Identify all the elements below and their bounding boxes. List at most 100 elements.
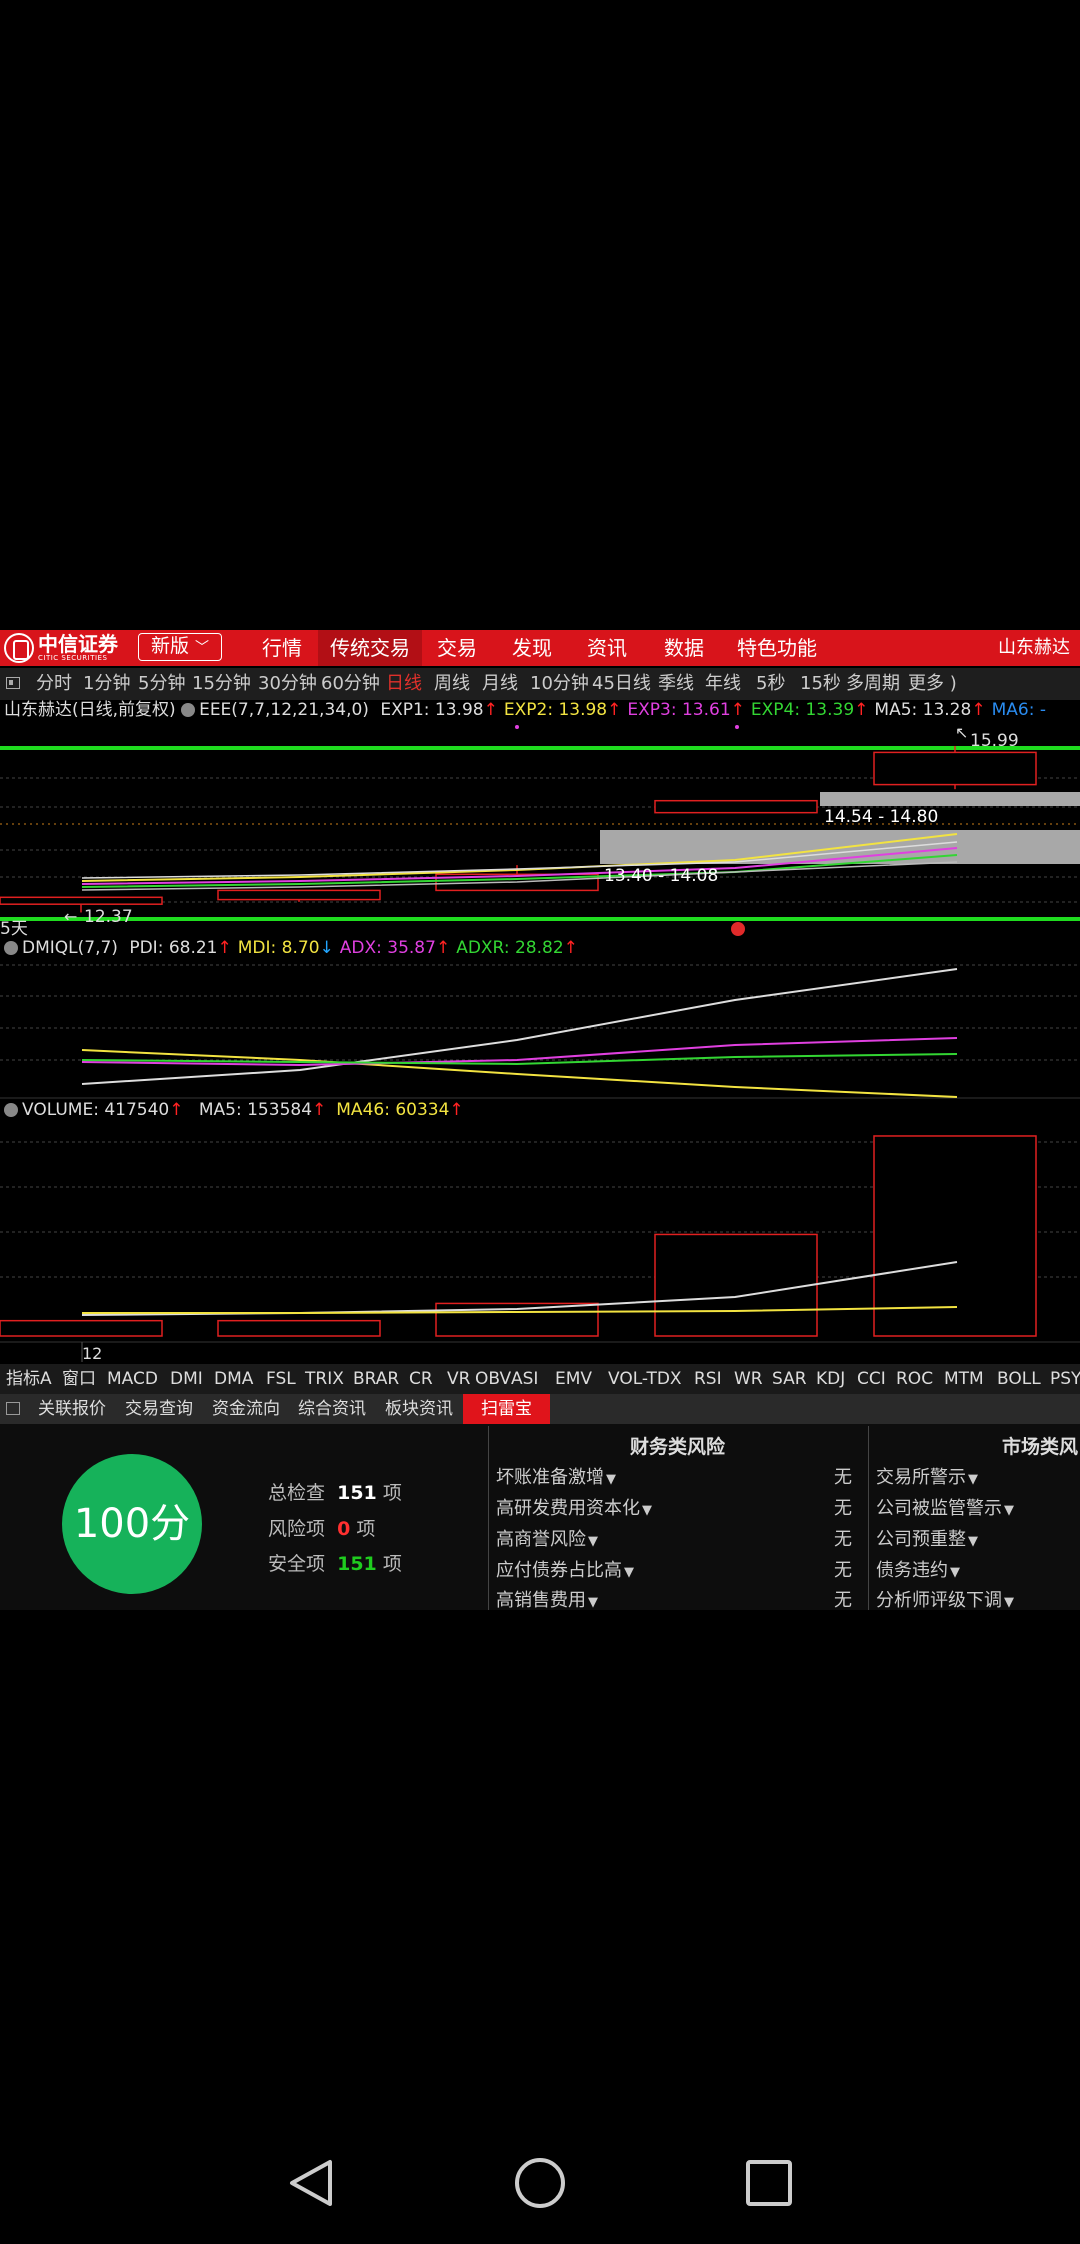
period-tab[interactable]: 10分钟 — [530, 668, 589, 700]
range-label: 13.40 - 14.08 — [604, 866, 718, 886]
indicator-tab[interactable]: SAR — [772, 1364, 807, 1394]
main-chart[interactable]: 15.99 ↖ 12.37 ← 14.54 - 14.80 13.40 - 14… — [0, 722, 1080, 1362]
info-tab[interactable]: 板块资讯 — [385, 1394, 453, 1424]
indicator-tab[interactable]: RSI — [694, 1364, 722, 1394]
range-label: 14.54 - 14.80 — [824, 807, 938, 827]
indicator-tab[interactable]: WR — [734, 1364, 763, 1394]
period-tab[interactable]: 60分钟 — [321, 668, 380, 700]
candle — [217, 889, 381, 901]
period-tab[interactable]: 年线 — [705, 668, 741, 700]
info-tab[interactable]: 扫雷宝 — [463, 1394, 550, 1424]
legend-item: EXP4: 13.39 — [750, 700, 855, 720]
market-risk-item[interactable]: 公司预重整 ▼ — [876, 1525, 978, 1551]
indicator-tab[interactable]: OBV — [475, 1364, 511, 1394]
chart-title[interactable]: 山东赫达(日线,前复权) — [4, 700, 176, 720]
period-tab[interactable]: 1分钟 — [83, 668, 130, 700]
dmi-title[interactable]: DMIQL(7,7) — [22, 938, 118, 958]
back-icon[interactable] — [290, 2160, 332, 2206]
info-tab[interactable]: 综合资讯 — [298, 1394, 366, 1424]
period-tab[interactable]: 5分钟 — [138, 668, 185, 700]
indicator-name[interactable]: EEE(7,7,12,21,34,0) — [199, 700, 369, 720]
indicator-tab[interactable]: BRAR — [353, 1364, 399, 1394]
settings-icon[interactable] — [181, 703, 196, 717]
indicator-tab[interactable]: MACD — [107, 1364, 158, 1394]
brand-logo[interactable]: 中信证券 CITIC SECURITIES — [4, 633, 118, 663]
info-tab[interactable]: 交易查询 — [125, 1394, 193, 1424]
risk-item[interactable]: 应付债券占比高 ▼ — [496, 1556, 634, 1582]
indicator-tab[interactable]: ASI — [511, 1364, 538, 1394]
period-tab[interactable]: 日线 — [386, 668, 422, 700]
indicator-tab[interactable]: EMV — [555, 1364, 592, 1394]
indicator-tab[interactable]: FSL — [266, 1364, 296, 1394]
market-risk-item[interactable]: 交易所警示 ▼ — [876, 1463, 978, 1489]
volume-title[interactable]: VOLUME: 417540 — [22, 1100, 169, 1120]
period-tab[interactable]: 更多 ) — [908, 668, 957, 700]
safe-label: 安全项 — [268, 1553, 326, 1575]
risk-item-value: 无 — [834, 1498, 852, 1519]
home-icon[interactable] — [515, 2158, 565, 2208]
indicator-tab[interactable]: ROC — [896, 1364, 933, 1394]
brand-sub: CITIC SECURITIES — [38, 654, 108, 662]
risk-item[interactable]: 高销售费用 ▼ — [496, 1586, 598, 1612]
indicator-tab[interactable]: VOL-TDX — [608, 1364, 682, 1394]
settings-icon[interactable] — [4, 1103, 18, 1117]
system-nav-bar — [290, 2158, 792, 2208]
risk-item[interactable]: 坏账准备激增 ▼ — [496, 1463, 616, 1489]
citic-logo-icon — [4, 633, 34, 663]
caret-down-icon: ▼ — [950, 1565, 960, 1580]
menu-features[interactable]: 特色功能 — [737, 630, 817, 666]
menu-news[interactable]: 资讯 — [587, 630, 627, 666]
unit-label: 项 — [356, 1518, 376, 1540]
panel-toggle-icon[interactable] — [6, 677, 20, 689]
settings-icon[interactable] — [4, 941, 18, 955]
up-arrow-icon: ↑ — [607, 700, 622, 720]
stock-name[interactable]: 山东赫达 — [998, 630, 1070, 666]
market-risk-item[interactable]: 债务违约 ▼ — [876, 1556, 960, 1582]
period-tab[interactable]: 月线 — [482, 668, 518, 700]
event-marker-icon[interactable] — [731, 922, 745, 936]
period-tab[interactable]: 季线 — [658, 668, 694, 700]
info-tab[interactable]: 资金流向 — [212, 1394, 280, 1424]
indicator-tab[interactable]: VR — [447, 1364, 470, 1394]
up-arrow-icon: ↑ — [449, 1100, 464, 1120]
score-badge[interactable]: 100分 — [62, 1454, 202, 1594]
version-button[interactable]: 新版 ﹀ — [138, 633, 222, 661]
indicator-tab[interactable]: DMI — [170, 1364, 203, 1394]
period-tab[interactable]: 15秒 — [800, 668, 841, 700]
risk-item[interactable]: 高研发费用资本化 ▼ — [496, 1494, 652, 1520]
total-check-value: 151 — [337, 1482, 377, 1504]
legend-item: EXP1: 13.98 — [380, 700, 484, 720]
volume-legend: VOLUME: 417540↑ MA5: 153584↑ MA46: 60334↑ — [4, 1098, 464, 1122]
period-tab[interactable]: 30分钟 — [258, 668, 317, 700]
collapse-icon[interactable] — [6, 1402, 20, 1415]
period-tab[interactable]: 5秒 — [756, 668, 785, 700]
risk-item[interactable]: 高商誉风险 ▼ — [496, 1525, 598, 1551]
indicator-tab[interactable]: DMA — [214, 1364, 253, 1394]
up-arrow-icon: ↑ — [971, 700, 986, 720]
series-line-mdi — [81, 1049, 958, 1098]
period-tab[interactable]: 周线 — [434, 668, 470, 700]
recents-icon[interactable] — [746, 2160, 792, 2206]
period-tab[interactable]: 多周期 — [846, 668, 900, 700]
caret-down-icon: ▼ — [968, 1534, 978, 1549]
indicator-tab[interactable]: BOLL — [997, 1364, 1041, 1394]
indicator-tab[interactable]: CCI — [857, 1364, 886, 1394]
menu-data[interactable]: 数据 — [664, 630, 704, 666]
indicator-tab[interactable]: TRIX — [305, 1364, 344, 1394]
period-tab[interactable]: 45日线 — [592, 668, 651, 700]
indicator-tab[interactable]: 指标A — [6, 1364, 52, 1394]
indicator-tab[interactable]: 窗口 — [62, 1364, 96, 1394]
indicator-tab[interactable]: PSY — [1050, 1364, 1080, 1394]
market-risk-item[interactable]: 分析师评级下调 ▼ — [876, 1586, 1014, 1612]
info-tab[interactable]: 关联报价 — [38, 1394, 106, 1424]
indicator-tab[interactable]: KDJ — [816, 1364, 845, 1394]
market-risk-item[interactable]: 公司被监管警示 ▼ — [876, 1494, 1014, 1520]
period-tab[interactable]: 分时 — [36, 668, 72, 700]
menu-trade[interactable]: 交易 — [437, 630, 477, 666]
menu-discover[interactable]: 发现 — [512, 630, 552, 666]
indicator-tab[interactable]: MTM — [944, 1364, 984, 1394]
menu-quotes[interactable]: 行情 — [262, 630, 302, 666]
period-tab[interactable]: 15分钟 — [192, 668, 251, 700]
menu-traditional-trade[interactable]: 传统交易 — [318, 630, 422, 666]
indicator-tab[interactable]: CR — [409, 1364, 433, 1394]
